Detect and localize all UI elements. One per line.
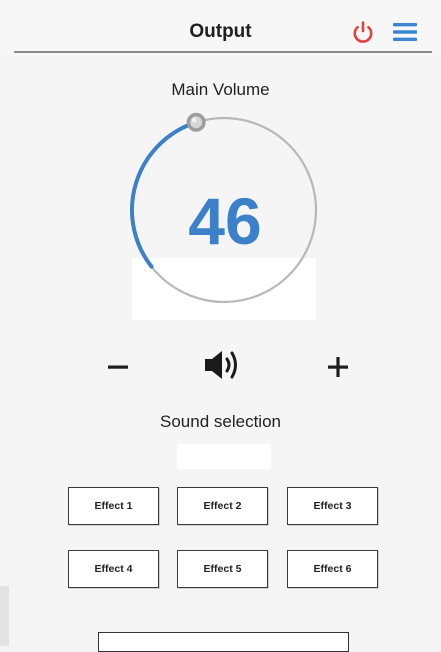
effect-5-button[interactable]: Effect 5 (177, 550, 268, 588)
hamburger-menu-icon (393, 23, 417, 41)
effect-6-button[interactable]: Effect 6 (287, 550, 378, 588)
speaker-icon (205, 351, 237, 379)
effect-1-button[interactable]: Effect 1 (68, 487, 159, 525)
plus-icon (328, 357, 348, 377)
minus-icon (108, 365, 128, 369)
bottom-action-button[interactable] (98, 632, 349, 652)
volume-up-button[interactable] (321, 350, 355, 384)
effect-3-button[interactable]: Effect 3 (287, 487, 378, 525)
mute-button[interactable] (200, 344, 246, 386)
sound-selection-display (177, 444, 271, 469)
power-icon (353, 21, 373, 43)
dial-backdrop (132, 258, 316, 320)
volume-value: 46 (188, 184, 262, 258)
power-button[interactable] (349, 18, 377, 46)
volume-knob[interactable] (186, 112, 206, 132)
menu-button[interactable] (390, 20, 420, 44)
header-divider (14, 51, 432, 53)
output-screen: Output Main Volume 46 Sound selection Ef… (0, 0, 441, 652)
effect-4-button[interactable]: Effect 4 (68, 550, 159, 588)
main-volume-label: Main Volume (171, 80, 270, 99)
volume-down-button[interactable] (101, 350, 135, 384)
side-panel-edge (0, 586, 9, 646)
effect-2-button[interactable]: Effect 2 (177, 487, 268, 525)
sound-selection-label: Sound selection (160, 412, 281, 431)
header-bar: Output (0, 0, 441, 54)
